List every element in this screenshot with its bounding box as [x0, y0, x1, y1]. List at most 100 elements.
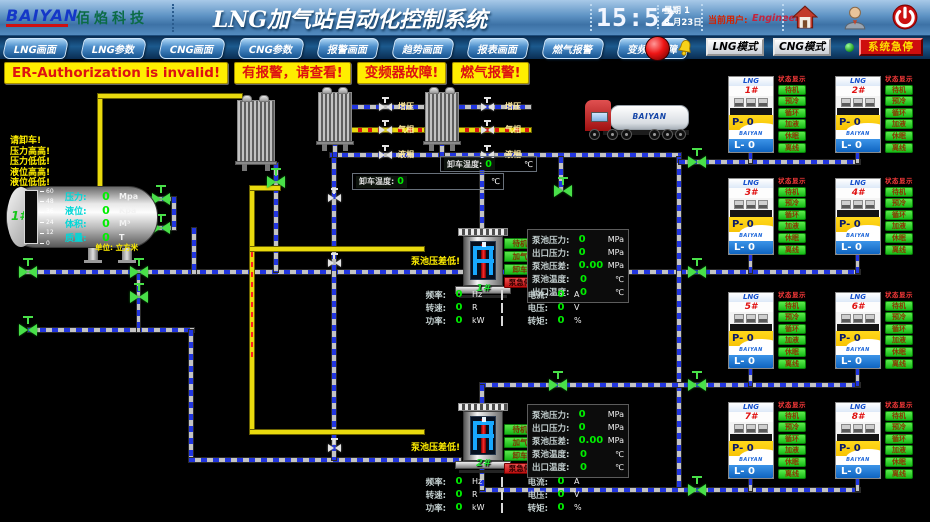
- valve-icon[interactable]: [688, 266, 706, 278]
- dispenser-status-button-休眠[interactable]: 休眠: [885, 347, 913, 357]
- dispenser-status-button-加液[interactable]: 加液: [778, 221, 806, 231]
- valve-icon[interactable]: [130, 291, 148, 303]
- dispenser-panel-1#[interactable]: LNG1#P- 0BAIYANL- 0: [728, 76, 774, 153]
- dispenser-status-button-休眠[interactable]: 休眠: [778, 131, 806, 141]
- dispenser-panel-6#[interactable]: LNG6#P- 0BAIYANL- 0: [835, 292, 881, 369]
- dispenser-status-button-加液[interactable]: 加液: [885, 445, 913, 455]
- dispenser-status-button-休眠[interactable]: 休眠: [778, 457, 806, 467]
- dispenser-panel-7#[interactable]: LNG7#P- 0BAIYANL- 0: [728, 402, 774, 479]
- dispenser-status-button-循环[interactable]: 循环: [778, 108, 806, 118]
- small-valve-icon[interactable]: [328, 194, 341, 203]
- dispenser-status-button-待机[interactable]: 待机: [885, 411, 913, 421]
- dispenser-status-button-待机[interactable]: 待机: [778, 85, 806, 95]
- valve-icon[interactable]: [19, 266, 37, 278]
- dispenser-panel-3#[interactable]: LNG3#P- 0BAIYANL- 0: [728, 178, 774, 255]
- dispenser-status-button-循环[interactable]: 循环: [885, 434, 913, 444]
- nav-button-6[interactable]: 趋势画面: [391, 38, 455, 59]
- dispenser-status-button-休眠[interactable]: 休眠: [885, 131, 913, 141]
- dispenser-status-button-离线[interactable]: 离线: [778, 245, 806, 255]
- nav-button-2[interactable]: LNG参数: [80, 38, 147, 59]
- nav-button-4[interactable]: CNG参数: [237, 38, 305, 59]
- cng-mode-button[interactable]: CNG模式: [773, 38, 831, 56]
- status-header: 状态显示: [884, 75, 914, 83]
- small-valve-icon[interactable]: [481, 103, 494, 112]
- dispenser-status-button-循环[interactable]: 循环: [885, 210, 913, 220]
- dispenser-status-button-加液[interactable]: 加液: [885, 119, 913, 129]
- motor-reading-unit: kW: [472, 503, 498, 512]
- home-icon[interactable]: [792, 4, 818, 30]
- nav-button-7[interactable]: 报表画面: [466, 38, 530, 59]
- dispenser-status-button-离线[interactable]: 离线: [778, 469, 806, 479]
- dispenser-status-button-休眠[interactable]: 休眠: [778, 233, 806, 243]
- dispenser-status-button-预冷[interactable]: 预冷: [885, 312, 913, 322]
- valve-icon[interactable]: [688, 379, 706, 391]
- power-icon[interactable]: [892, 4, 918, 30]
- valve-icon[interactable]: [130, 266, 148, 278]
- dispenser-status-button-预冷[interactable]: 预冷: [778, 422, 806, 432]
- valve-icon[interactable]: [554, 185, 572, 197]
- dispenser-status-button-循环[interactable]: 循环: [778, 324, 806, 334]
- nav-button-1[interactable]: LNG画面: [2, 38, 69, 59]
- dispenser-status-button-加液[interactable]: 加液: [885, 335, 913, 345]
- small-valve-icon[interactable]: [328, 444, 341, 453]
- small-valve-icon[interactable]: [379, 126, 392, 135]
- dispenser-status-button-循环[interactable]: 循环: [885, 108, 913, 118]
- small-valve-icon[interactable]: [481, 126, 494, 135]
- dispenser-panel-8#[interactable]: LNG8#P- 0BAIYANL- 0: [835, 402, 881, 479]
- dispenser-status-button-离线[interactable]: 离线: [885, 143, 913, 153]
- dispenser-status-button-预冷[interactable]: 预冷: [778, 96, 806, 106]
- dispenser-status-button-休眠[interactable]: 休眠: [885, 457, 913, 467]
- user-icon[interactable]: [842, 4, 868, 30]
- small-valve-icon[interactable]: [328, 259, 341, 268]
- dispenser-status-button-加液[interactable]: 加液: [778, 335, 806, 345]
- dispenser-status-button-待机[interactable]: 待机: [885, 85, 913, 95]
- dispenser-status-button-循环[interactable]: 循环: [778, 434, 806, 444]
- alert-banner-4[interactable]: 燃气报警!: [452, 62, 528, 84]
- valve-icon[interactable]: [688, 484, 706, 496]
- dispenser-status-button-离线[interactable]: 离线: [885, 469, 913, 479]
- small-valve-icon[interactable]: [379, 151, 392, 160]
- alert-banner-2[interactable]: 有报警，请查看!: [234, 62, 351, 84]
- valve-icon[interactable]: [267, 176, 285, 188]
- dispenser-status-button-预冷[interactable]: 预冷: [885, 198, 913, 208]
- alert-banner-3[interactable]: 变频器故障!: [357, 62, 447, 84]
- dispenser-panel-4#[interactable]: LNG4#P- 0BAIYANL- 0: [835, 178, 881, 255]
- valve-icon[interactable]: [549, 379, 567, 391]
- dispenser-status-button-离线[interactable]: 离线: [885, 359, 913, 369]
- dispenser-status-button-离线[interactable]: 离线: [885, 245, 913, 255]
- nav-button-5[interactable]: 报警画面: [316, 38, 380, 59]
- alert-banner-1[interactable]: ER-Authorization is invalid!: [4, 62, 228, 84]
- alarm-bell-icon[interactable]: [674, 37, 696, 59]
- dispenser-status-button-预冷[interactable]: 预冷: [885, 422, 913, 432]
- dispenser-status-button-加液[interactable]: 加液: [778, 119, 806, 129]
- dispenser-status-button-离线[interactable]: 离线: [778, 359, 806, 369]
- dispenser-status-button-预冷[interactable]: 预冷: [778, 312, 806, 322]
- dispenser-status-button-待机[interactable]: 待机: [885, 187, 913, 197]
- valve-icon[interactable]: [688, 156, 706, 168]
- dispenser-status-button-待机[interactable]: 待机: [778, 411, 806, 421]
- small-valve-icon[interactable]: [379, 103, 392, 112]
- dispenser-status-button-加液[interactable]: 加液: [778, 445, 806, 455]
- dispenser-status-button-循环[interactable]: 循环: [885, 324, 913, 334]
- dispenser-status-button-待机[interactable]: 待机: [778, 187, 806, 197]
- nav-button-3[interactable]: CNG画面: [158, 38, 226, 59]
- dispenser-status-button-待机[interactable]: 待机: [885, 301, 913, 311]
- pump-reading-label: 出口压力:: [532, 422, 579, 434]
- dispenser-status-button-待机[interactable]: 待机: [778, 301, 806, 311]
- dispenser-status-button-预冷[interactable]: 预冷: [778, 198, 806, 208]
- dispenser-status-button-加液[interactable]: 加液: [885, 221, 913, 231]
- dispenser-status-button-休眠[interactable]: 休眠: [885, 233, 913, 243]
- system-emergency-stop-button[interactable]: 系统急停: [859, 38, 923, 56]
- display-icon: [734, 200, 744, 209]
- dispenser-panel-2#[interactable]: LNG2#P- 0BAIYANL- 0: [835, 76, 881, 153]
- dispenser-status-button-预冷[interactable]: 预冷: [885, 96, 913, 106]
- lng-mode-button[interactable]: LNG模式: [706, 38, 764, 56]
- tank-reading-value: 0: [93, 217, 119, 230]
- dispenser-status-button-休眠[interactable]: 休眠: [778, 347, 806, 357]
- valve-icon[interactable]: [19, 324, 37, 336]
- dispenser-status-button-循环[interactable]: 循环: [778, 210, 806, 220]
- dispenser-status-button-离线[interactable]: 离线: [778, 143, 806, 153]
- pump-reading-row: 泵池压差:0.00MPa: [532, 259, 624, 272]
- dispenser-panel-5#[interactable]: LNG5#P- 0BAIYANL- 0: [728, 292, 774, 369]
- nav-button-8[interactable]: 燃气报警: [541, 38, 605, 59]
